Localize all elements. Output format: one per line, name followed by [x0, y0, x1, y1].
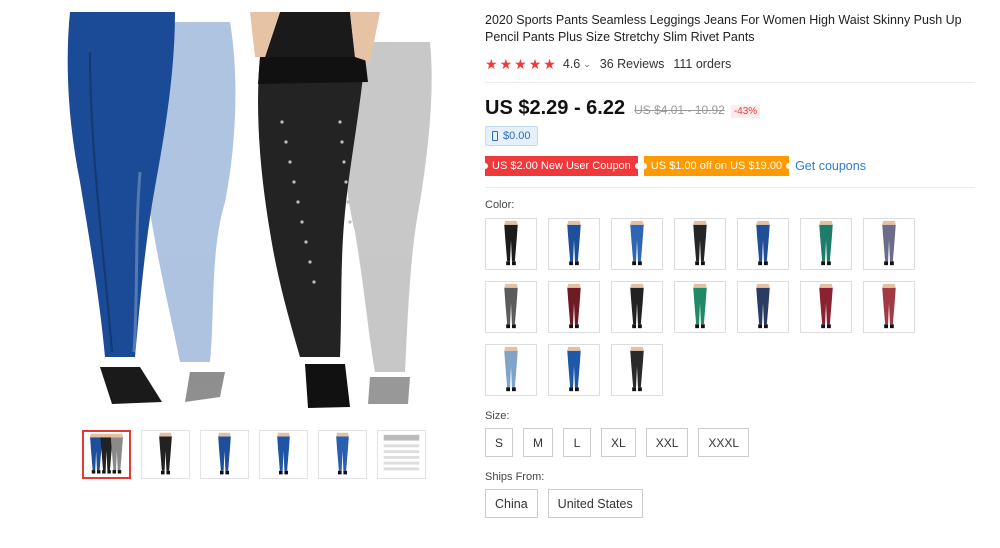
divider — [485, 187, 975, 188]
orders-count: 111 orders — [673, 57, 732, 71]
color-swatch-purple-gray[interactable] — [863, 218, 915, 270]
color-swatch-red-wine[interactable] — [863, 281, 915, 333]
color-swatch-black[interactable] — [485, 218, 537, 270]
size-option-xxxl[interactable]: XXXL — [698, 428, 750, 457]
color-swatch-burgundy[interactable] — [548, 281, 600, 333]
leggings-image — [882, 283, 896, 329]
size-chart-image — [383, 434, 420, 471]
color-swatch-blue-light[interactable] — [611, 218, 663, 270]
leggings-image — [882, 220, 896, 266]
color-swatch-blue-3[interactable] — [548, 344, 600, 396]
color-swatch-light-blue[interactable] — [485, 344, 537, 396]
leggings-image — [504, 220, 518, 266]
coupon-row: US $2.00 New User Coupon US $1.00 off on… — [482, 156, 980, 176]
size-option-l[interactable]: L — [563, 428, 592, 457]
star-icon: ★ — [543, 56, 556, 72]
color-swatch-black-3[interactable] — [611, 281, 663, 333]
leggings-photo — [67, 12, 432, 408]
color-swatch-green-2[interactable] — [674, 281, 726, 333]
new-user-coupon[interactable]: US $2.00 New User Coupon — [482, 156, 641, 176]
color-swatch-wine[interactable] — [800, 281, 852, 333]
rating-stars: ★ ★ ★ ★ ★ — [485, 57, 556, 71]
thumb-blue[interactable] — [200, 430, 249, 479]
get-coupons-link[interactable]: Get coupons — [795, 159, 866, 173]
size-option-m[interactable]: M — [523, 428, 554, 457]
leggings-image — [630, 220, 644, 266]
color-swatch-blue-2[interactable] — [737, 218, 789, 270]
thumb-multi[interactable] — [82, 430, 131, 479]
color-swatch-gray-print[interactable] — [485, 281, 537, 333]
leggings-image — [630, 283, 644, 329]
leggings-image — [630, 346, 644, 392]
color-swatches — [485, 218, 980, 396]
thumb-blue-3[interactable] — [318, 430, 367, 479]
leggings-image — [567, 220, 581, 266]
leggings-image — [756, 220, 770, 266]
thumb-black[interactable] — [141, 430, 190, 479]
leggings-image — [819, 283, 833, 329]
color-swatch-black-4[interactable] — [611, 344, 663, 396]
leggings-image — [693, 220, 707, 266]
store-coupon[interactable]: US $1.00 off on US $19.00 — [640, 156, 793, 176]
rating-row: ★ ★ ★ ★ ★ 4.6 ⌄ 36 Reviews 111 orders — [485, 57, 980, 71]
chevron-down-icon[interactable]: ⌄ — [583, 59, 591, 70]
leggings-image — [567, 346, 581, 392]
color-swatch-navy[interactable] — [737, 281, 789, 333]
leggings-image — [336, 432, 349, 475]
size-option-s[interactable]: S — [485, 428, 514, 457]
app-price-badge[interactable]: $0.00 — [485, 126, 538, 146]
ships-from-options: China United States — [485, 489, 980, 518]
thumbnail-strip — [82, 430, 426, 479]
discount-badge: -43% — [730, 105, 761, 118]
app-price-value: $0.00 — [503, 130, 531, 142]
size-option-xxl[interactable]: XXL — [645, 428, 689, 457]
product-title: 2020 Sports Pants Seamless Leggings Jean… — [485, 13, 962, 44]
star-icon: ★ — [514, 56, 527, 72]
leggings-image — [504, 346, 518, 392]
color-swatch-green[interactable] — [800, 218, 852, 270]
phone-icon — [492, 131, 498, 141]
thumb-size-chart[interactable] — [377, 430, 426, 479]
leggings-image — [819, 220, 833, 266]
color-label: Color: — [485, 199, 515, 211]
divider — [485, 82, 975, 83]
star-icon: ★ — [485, 56, 498, 72]
color-swatch-blue[interactable] — [548, 218, 600, 270]
current-price: US $2.29 - 6.22 — [485, 97, 626, 119]
leggings-image — [159, 432, 172, 475]
leggings-image — [756, 283, 770, 329]
leggings-image — [90, 433, 123, 474]
leggings-image — [277, 432, 290, 475]
thumb-blue-2[interactable] — [259, 430, 308, 479]
leggings-image — [218, 432, 231, 475]
ships-from-china[interactable]: China — [485, 489, 538, 518]
size-options: S M L XL XXL XXXL — [485, 428, 980, 457]
reviews-link[interactable]: 36 Reviews — [600, 57, 665, 71]
star-icon: ★ — [499, 56, 513, 72]
star-icon: ★ — [528, 56, 542, 72]
rating-value: 4.6 — [562, 57, 581, 71]
size-label: Size: — [485, 410, 510, 422]
ships-from-united-states[interactable]: United States — [547, 489, 643, 518]
color-swatch-black-2[interactable] — [674, 218, 726, 270]
size-option-xl[interactable]: XL — [601, 428, 636, 457]
main-product-image[interactable] — [50, 12, 456, 412]
original-price: US $4.01 - 10.92 — [634, 103, 725, 117]
price-row: US $2.29 - 6.22 US $4.01 - 10.92 -43% — [485, 97, 980, 120]
leggings-image — [504, 283, 518, 329]
leggings-image — [567, 283, 581, 329]
leggings-image — [693, 283, 707, 329]
ships-from-label: Ships From: — [485, 471, 545, 483]
product-details: 2020 Sports Pants Seamless Leggings Jean… — [482, 12, 980, 518]
